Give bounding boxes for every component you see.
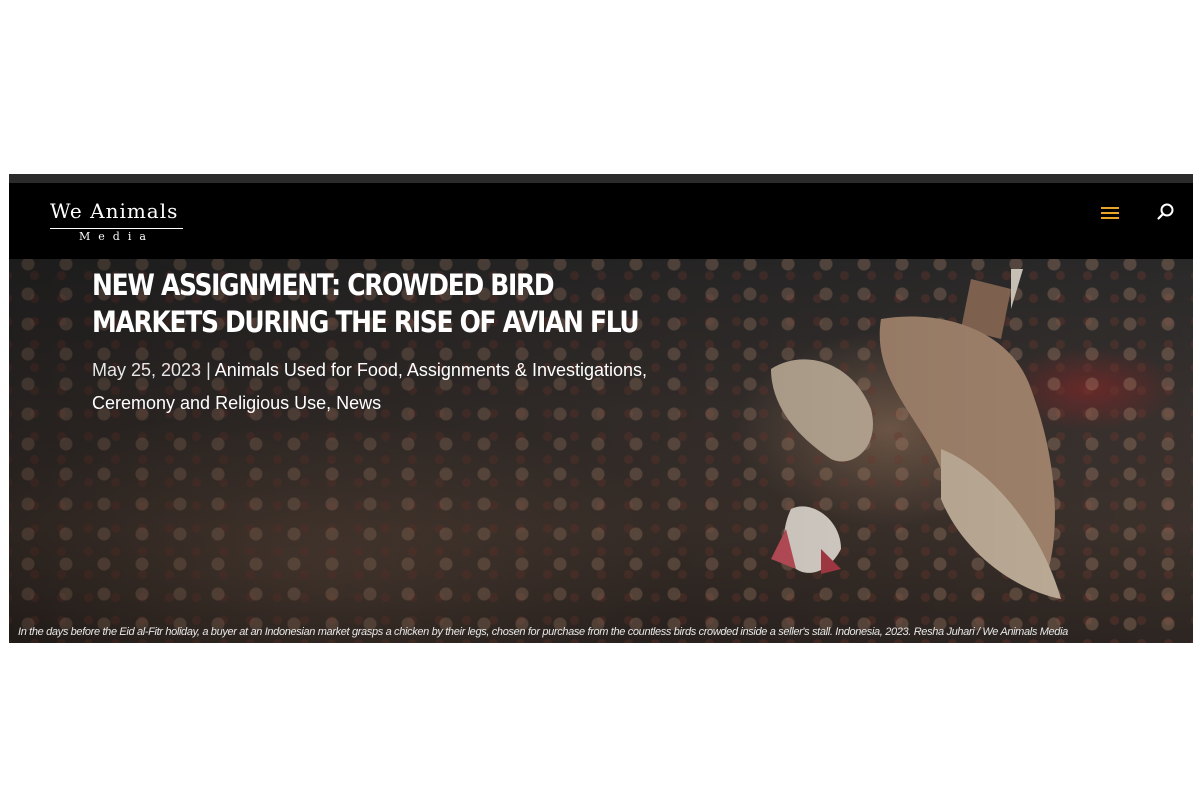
logo-wordmark: We Animals (50, 199, 179, 223)
post-meta: May 25, 2023 | Animals Used for Food, As… (92, 360, 648, 413)
header-navbar: We Animals Media (9, 183, 1193, 259)
hamburger-menu-icon[interactable] (1101, 204, 1121, 220)
category-link-food[interactable]: Animals Used for Food (215, 360, 398, 380)
category-link-assignments[interactable]: Assignments & Investigations (407, 360, 642, 380)
top-strip (9, 174, 1193, 183)
post-date: May 25, 2023 (92, 360, 202, 380)
page-frame: We Animals Media NEW ASSIGNMENT: CROWDED… (9, 174, 1193, 643)
category-link-ceremony[interactable]: Ceremony and Religious Use (92, 393, 326, 413)
category-link-news[interactable]: News (336, 393, 381, 413)
site-logo[interactable]: We Animals Media (50, 199, 185, 243)
logo-subtitle: Media (79, 230, 154, 243)
meta-separator: | (206, 360, 211, 380)
photo-caption: In the days before the Eid al-Fitr holid… (18, 626, 1068, 638)
logo-rule (50, 228, 183, 229)
search-icon[interactable] (1156, 202, 1176, 222)
post-title: NEW ASSIGNMENT: CROWDED BIRD MARKETS DUR… (92, 268, 640, 339)
